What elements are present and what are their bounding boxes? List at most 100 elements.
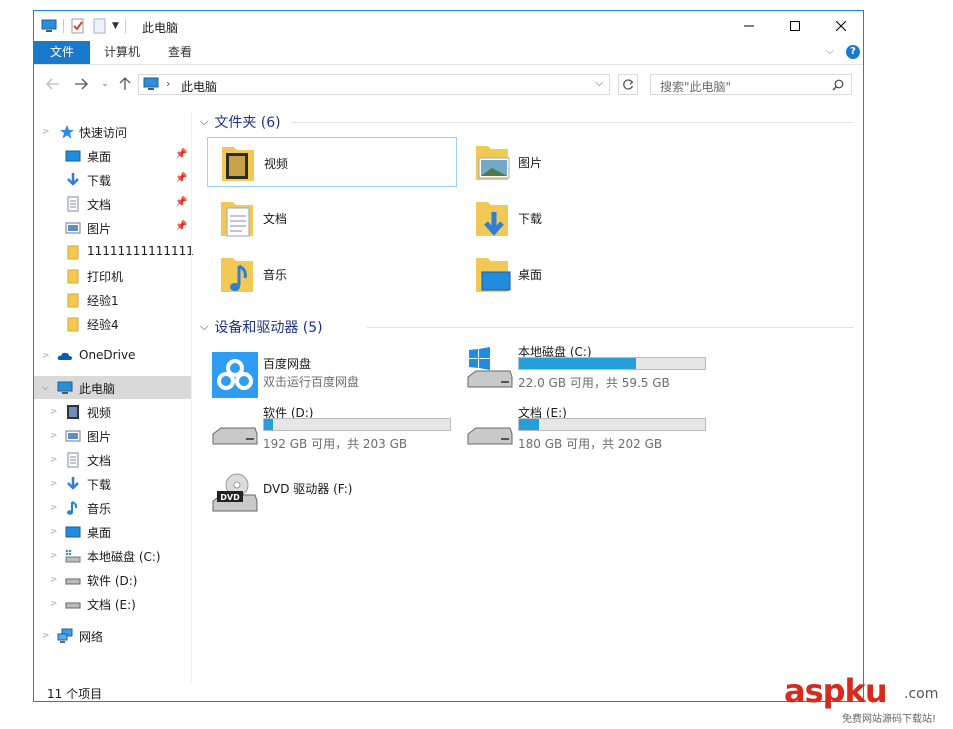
close-button[interactable] (818, 11, 864, 41)
expand-icon[interactable]: > (50, 455, 58, 465)
music-icon (65, 500, 81, 516)
sidebar-item-network[interactable]: > 网络 (34, 624, 191, 647)
sidebar-item-documents[interactable]: 文档 📌 (34, 192, 191, 215)
sidebar-item-onedrive[interactable]: > OneDrive (34, 344, 191, 367)
sidebar-item-music[interactable]: > 音乐 (34, 496, 191, 519)
sidebar-item-label: 网络 (79, 628, 103, 645)
folder-tile-downloads[interactable]: 下载 (462, 193, 712, 243)
expand-ribbon-icon[interactable]: ⌵ (826, 46, 834, 57)
close-icon (836, 21, 846, 31)
folder-tile-videos[interactable]: 视频 (207, 137, 457, 187)
folder-tile-music[interactable]: 音乐 (207, 249, 457, 299)
device-tile-drive-c[interactable]: 本地磁盘 (C:) 22.0 GB 可用，共 59.5 GB (464, 341, 714, 397)
documents-folder-icon (217, 196, 257, 240)
desktop-folder-icon (472, 252, 512, 296)
new-folder-icon[interactable] (92, 18, 108, 34)
sidebar-item-label: 此电脑 (79, 380, 115, 397)
pin-icon[interactable]: 📌 (175, 221, 187, 232)
forward-button[interactable] (72, 75, 90, 93)
sidebar-item-drive-e[interactable]: > 文档 (E:) (34, 592, 191, 615)
expand-icon[interactable]: > (50, 407, 58, 417)
pin-icon[interactable]: 📌 (175, 197, 187, 208)
pictures-icon (65, 428, 81, 444)
sidebar-item-label: 快速访问 (79, 124, 127, 141)
dvd-drive-icon: DVD (211, 471, 259, 519)
sidebar-item-drive-c[interactable]: > 本地磁盘 (C:) (34, 544, 191, 567)
tab-file[interactable]: 文件 (34, 41, 90, 64)
expand-icon[interactable]: > (50, 527, 58, 537)
up-button[interactable] (116, 75, 134, 93)
folder-icon (65, 244, 81, 260)
device-tile-drive-d[interactable]: 软件 (D:) 192 GB 可用，共 203 GB (209, 402, 459, 458)
device-tile-drive-e[interactable]: 文档 (E:) 180 GB 可用，共 202 GB (464, 402, 714, 458)
drive-usage-bar (263, 418, 451, 431)
sidebar-item-folder[interactable]: 11111111111111 (34, 240, 191, 263)
sidebar-item-this-pc[interactable]: ⌵ 此电脑 (34, 376, 191, 399)
sidebar-item-label: OneDrive (79, 348, 135, 362)
pin-icon[interactable]: 📌 (175, 173, 187, 184)
document-icon (65, 452, 81, 468)
expand-icon[interactable]: > (50, 479, 58, 489)
download-icon (65, 172, 81, 188)
star-icon (59, 124, 75, 140)
address-bar[interactable]: › 此电脑 ⌵ (138, 74, 610, 95)
expand-icon[interactable]: > (42, 631, 50, 641)
group-header-devices[interactable]: ⌵ 设备和驱动器 (5) (200, 317, 323, 337)
group-header-folders[interactable]: ⌵ 文件夹 (6) (200, 112, 281, 132)
collapse-icon[interactable]: ⌵ (42, 383, 49, 393)
group-divider (367, 327, 854, 328)
network-icon (57, 628, 73, 644)
search-input[interactable]: 搜索"此电脑" (650, 74, 852, 95)
chevron-down-icon[interactable]: ▼ (112, 21, 119, 31)
expand-icon[interactable]: > (42, 127, 50, 137)
folder-name: 文档 (263, 210, 287, 227)
refresh-icon (622, 79, 634, 91)
expand-icon[interactable]: > (50, 503, 58, 513)
sidebar-item-label: 11111111111111 (87, 244, 194, 258)
help-icon[interactable]: ? (846, 45, 860, 59)
quick-access-toolbar: ▼ (41, 18, 132, 34)
sidebar-item-desktop[interactable]: 桌面 📌 (34, 144, 191, 167)
device-tile-dvd-drive[interactable]: DVD DVD 驱动器 (F:) (209, 467, 459, 523)
search-icon (832, 79, 844, 91)
tab-computer[interactable]: 计算机 (96, 41, 148, 64)
sidebar-item-quick-access[interactable]: > 快速访问 (34, 120, 191, 143)
expand-icon[interactable]: > (50, 551, 58, 561)
expand-icon[interactable]: > (50, 599, 58, 609)
sidebar-item-pictures[interactable]: > 图片 (34, 424, 191, 447)
minimize-button[interactable] (726, 11, 772, 41)
folder-tile-documents[interactable]: 文档 (207, 193, 457, 243)
sidebar-item-label: 图片 (87, 220, 111, 237)
arrow-up-icon (119, 77, 131, 91)
folder-tile-pictures[interactable]: 图片 (462, 137, 712, 187)
back-button[interactable] (44, 75, 62, 93)
pin-icon[interactable]: 📌 (175, 149, 187, 160)
expand-icon[interactable]: > (42, 351, 50, 361)
sidebar-item-pictures[interactable]: 图片 📌 (34, 216, 191, 239)
recent-locations-button[interactable]: ⌄ (96, 75, 114, 93)
chevron-down-icon[interactable]: ⌵ (595, 78, 603, 89)
device-tile-baidu-netdisk[interactable]: 百度网盘 双击运行百度网盘 (209, 347, 459, 403)
sidebar-item-label: 经验1 (87, 292, 119, 309)
sidebar-item-downloads[interactable]: 下载 📌 (34, 168, 191, 191)
refresh-button[interactable] (618, 74, 638, 95)
expand-icon[interactable]: > (50, 431, 58, 441)
sidebar-item-documents[interactable]: > 文档 (34, 448, 191, 471)
tab-view[interactable]: 查看 (160, 41, 200, 64)
sidebar-item-folder[interactable]: 打印机 (34, 264, 191, 287)
computer-icon (41, 19, 57, 33)
folder-tile-desktop[interactable]: 桌面 (462, 249, 712, 299)
sidebar-item-folder[interactable]: 经验1 (34, 288, 191, 311)
downloads-folder-icon (472, 196, 512, 240)
sidebar-item-folder[interactable]: 经验4 (34, 312, 191, 335)
sidebar-item-desktop[interactable]: > 桌面 (34, 520, 191, 543)
expand-icon[interactable]: > (50, 575, 58, 585)
maximize-button[interactable] (772, 11, 818, 41)
sidebar-item-downloads[interactable]: > 下载 (34, 472, 191, 495)
status-bar: 11 个项目 (34, 683, 863, 703)
sidebar-item-videos[interactable]: > 视频 (34, 400, 191, 423)
properties-icon[interactable] (70, 18, 86, 34)
breadcrumb[interactable]: 此电脑 (181, 78, 217, 95)
sidebar-item-label: 本地磁盘 (C:) (87, 548, 161, 565)
sidebar-item-drive-d[interactable]: > 软件 (D:) (34, 568, 191, 591)
